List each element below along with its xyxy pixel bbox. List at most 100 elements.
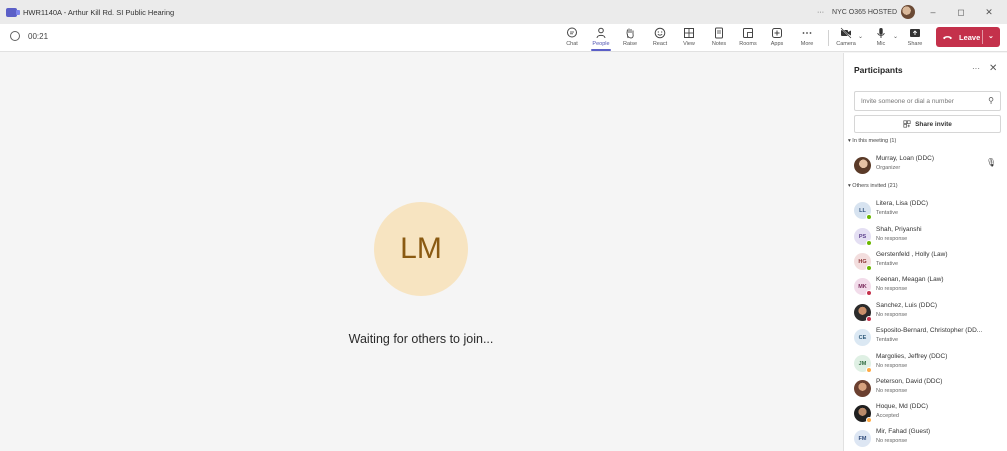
participant-row[interactable]: HG Gerstenfeld , Holly (Law) Tentative	[854, 250, 1004, 274]
panel-title: Participants	[854, 65, 903, 75]
participant-row[interactable]: Sanchez, Luis (DDC) No response	[854, 301, 1004, 325]
participant-name: Hoque, Md (DDC)	[876, 403, 929, 410]
org-switcher[interactable]: NYC O365 HOSTED	[832, 5, 915, 19]
participant-row[interactable]: Hoque, Md (DDC) Accepted	[854, 402, 1004, 426]
people-icon	[596, 27, 606, 39]
notes-icon	[715, 27, 723, 39]
participant-name: Mir, Fahad (Guest)	[876, 428, 931, 435]
leave-button[interactable]: Leave ⌄	[936, 27, 1000, 47]
invite-search-input[interactable]: Invite someone or dial a number ⚲	[854, 91, 1001, 111]
restore-button[interactable]: ◻	[951, 7, 971, 18]
close-window-button[interactable]: ✕	[979, 7, 999, 18]
share-label: Share	[907, 41, 923, 47]
participant-name: Litera, Lisa (DDC)	[876, 200, 929, 207]
share-invite-button[interactable]: Share invite	[854, 115, 1001, 133]
minimize-button[interactable]: –	[923, 7, 943, 17]
mic-button[interactable]: Mic	[868, 24, 894, 52]
participant-status: No response	[876, 286, 908, 292]
share-invite-label: Share invite	[915, 120, 952, 128]
participant-status: No response	[876, 363, 908, 369]
mic-options-chevron[interactable]: ⌄	[893, 33, 898, 40]
presence-icon	[866, 417, 872, 423]
apps-label: Apps	[770, 41, 784, 47]
avatar	[854, 157, 871, 174]
notes-button[interactable]: Notes	[706, 24, 732, 52]
participant-name: Peterson, David (DDC)	[876, 378, 943, 385]
participant-status: Accepted	[876, 413, 899, 419]
participant-name: Gerstenfeld , Holly (Law)	[876, 251, 948, 258]
leave-options-chevron-icon[interactable]: ⌄	[988, 32, 994, 40]
participant-status: Tentative	[876, 210, 899, 216]
camera-options-chevron[interactable]: ⌄	[858, 33, 863, 40]
camera-off-icon	[840, 27, 852, 39]
participant-status: No response	[876, 388, 908, 394]
participant-row[interactable]: JM Margolies, Jeffrey (DDC) No response	[854, 352, 1004, 376]
participant-status: Tentative	[876, 337, 899, 343]
participant-status: No response	[876, 438, 908, 444]
participant-row[interactable]: FM Mir, Fahad (Guest) No response	[854, 427, 1004, 451]
self-avatar: LM	[374, 202, 468, 296]
people-button[interactable]: People	[588, 24, 614, 52]
presence-icon	[866, 290, 872, 296]
invite-placeholder: Invite someone or dial a number	[861, 97, 954, 105]
mic-icon: 🎙︎	[986, 158, 997, 167]
leave-divider	[982, 30, 983, 44]
participant-status: No response	[876, 312, 908, 318]
plus-icon	[772, 28, 782, 38]
panel-close-button[interactable]: ✕	[989, 63, 997, 74]
shield-icon	[10, 31, 20, 41]
share-invite-icon	[903, 120, 911, 128]
leave-label: Leave	[959, 32, 981, 42]
in-meeting-section-toggle[interactable]: ▾ In this meeting (1)	[848, 138, 896, 144]
react-label: React	[652, 41, 668, 47]
participant-role: Organizer	[876, 165, 901, 171]
mic-icon	[877, 28, 885, 38]
waiting-message: Waiting for others to join...	[348, 332, 494, 346]
presence-icon	[866, 240, 872, 246]
participant-row[interactable]: Peterson, David (DDC) No response	[854, 377, 1004, 401]
more-icon	[802, 32, 812, 34]
notes-label: Notes	[711, 41, 727, 47]
presence-icon	[866, 367, 872, 373]
rooms-button[interactable]: Rooms	[735, 24, 761, 52]
rooms-icon	[743, 28, 753, 38]
hand-icon	[626, 28, 634, 39]
camera-button[interactable]: Camera	[833, 24, 859, 52]
more-button[interactable]: More	[794, 24, 820, 52]
participant-row[interactable]: LL Litera, Lisa (DDC) Tentative	[854, 199, 1004, 223]
toolbar-divider	[828, 30, 829, 46]
meeting-timer: 00:21	[10, 31, 48, 41]
smile-icon	[654, 27, 666, 39]
presence-icon	[866, 316, 872, 322]
phone-hangup-icon	[943, 35, 952, 39]
participant-name: Esposito-Bernard, Christopher (DD...	[876, 327, 983, 334]
teams-icon	[6, 7, 20, 17]
participant-row[interactable]: Murray, Loan (DDC) Organizer 🎙︎	[854, 154, 1004, 178]
participant-row[interactable]: PS Shah, Priyanshi No response	[854, 225, 1004, 249]
share-button[interactable]: Share	[902, 24, 928, 52]
participant-name: Sanchez, Luis (DDC)	[876, 302, 938, 309]
others-section-toggle[interactable]: ▾ Others invited (21)	[848, 183, 898, 189]
timer-value: 00:21	[28, 31, 49, 41]
participant-status: Tentative	[876, 261, 899, 267]
view-button[interactable]: View	[676, 24, 702, 52]
avatar[interactable]	[901, 5, 915, 19]
panel-more-button[interactable]: ···	[972, 64, 980, 73]
people-label: People	[592, 41, 610, 47]
avatar	[854, 380, 871, 397]
rooms-label: Rooms	[739, 41, 757, 47]
title-more-button[interactable]: ···	[817, 9, 824, 16]
participant-name: Murray, Loan (DDC)	[876, 155, 935, 162]
search-icon: ⚲	[988, 96, 994, 105]
self-avatar-initials: LM	[400, 232, 442, 265]
avatar: CE	[854, 329, 871, 346]
raise-hand-button[interactable]: Raise	[617, 24, 643, 52]
chat-button[interactable]: Chat	[559, 24, 585, 52]
participant-row[interactable]: MK Keenan, Meagan (Law) No response	[854, 275, 1004, 299]
title-bar: HWR1140A - Arthur Kill Rd. SI Public Hea…	[0, 0, 1007, 24]
apps-button[interactable]: Apps	[764, 24, 790, 52]
participant-row[interactable]: CE Esposito-Bernard, Christopher (DD... …	[854, 326, 1004, 350]
chat-icon	[567, 27, 577, 38]
react-button[interactable]: React	[647, 24, 673, 52]
others-header: Others invited (21)	[852, 183, 898, 189]
